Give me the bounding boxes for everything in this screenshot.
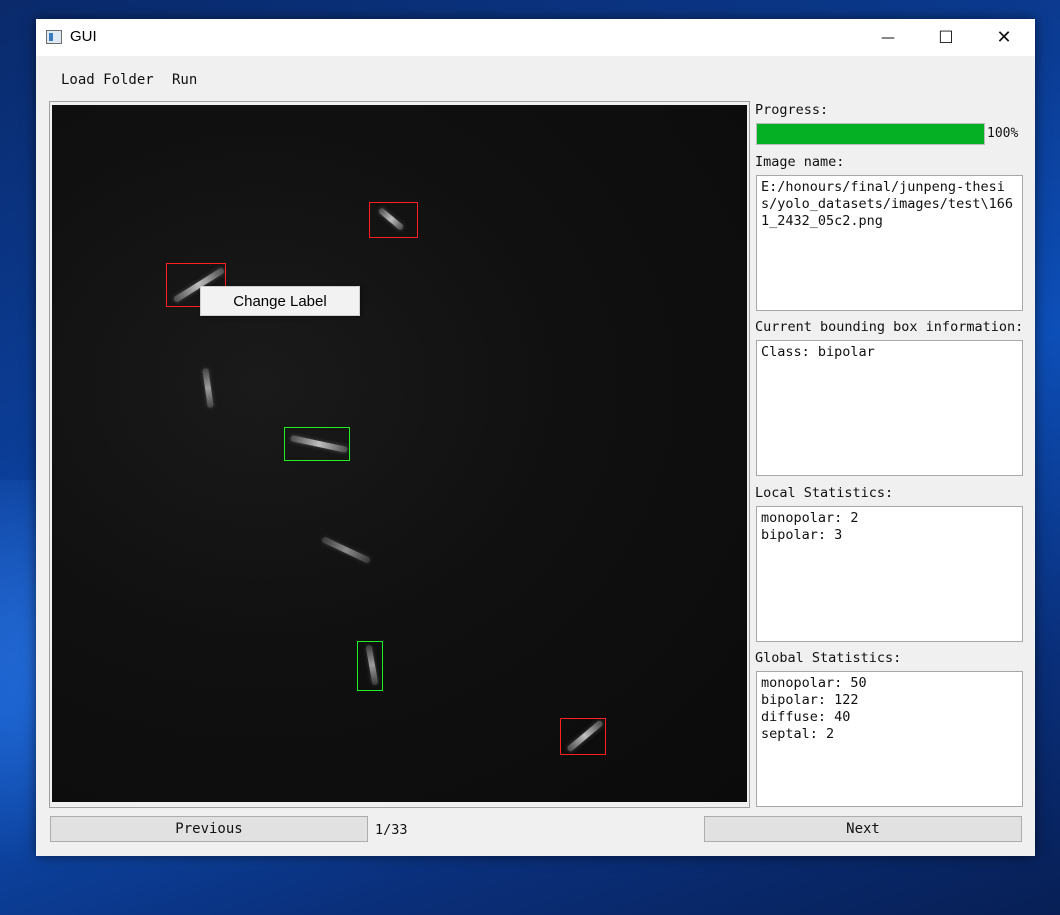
cell — [321, 536, 371, 564]
cell — [202, 367, 214, 409]
close-button[interactable]: ✕ — [981, 19, 1027, 56]
progress-fill — [757, 124, 984, 144]
minimize-icon: — — [881, 29, 895, 46]
progress-label: Progress: — [755, 102, 829, 118]
close-icon: ✕ — [996, 27, 1012, 48]
context-menu-change-label[interactable]: Change Label — [200, 286, 360, 316]
local-stats-label: Local Statistics: — [755, 485, 894, 501]
progress-bar — [756, 123, 985, 145]
maximize-button[interactable]: ☐ — [923, 19, 969, 56]
bbox-info-label: Current bounding box information: — [755, 319, 1024, 335]
page-indicator: 1/33 — [375, 822, 408, 838]
menu-run[interactable]: Run — [172, 69, 197, 91]
bbox-red[interactable] — [369, 202, 418, 238]
window-title: GUI — [70, 28, 97, 45]
bbox-info-field[interactable]: Class: bipolar — [756, 340, 1023, 476]
image-name-field[interactable]: E:/honours/final/junpeng-thesis/yolo_dat… — [756, 175, 1023, 311]
microscopy-image[interactable]: Change Label — [52, 105, 747, 802]
menu-load-folder[interactable]: Load Folder — [61, 69, 154, 91]
bbox-green[interactable] — [357, 641, 383, 691]
next-button[interactable]: Next — [704, 816, 1022, 842]
image-name-label: Image name: — [755, 154, 845, 170]
title-bar: GUI — ☐ ✕ — [36, 19, 1035, 56]
local-stats-field[interactable]: monopolar: 2 bipolar: 3 — [756, 506, 1023, 642]
minimize-button[interactable]: — — [865, 19, 911, 56]
previous-button[interactable]: Previous — [50, 816, 368, 842]
global-stats-field[interactable]: monopolar: 50 bipolar: 122 diffuse: 40 s… — [756, 671, 1023, 807]
bbox-green[interactable] — [284, 427, 350, 461]
global-stats-label: Global Statistics: — [755, 650, 902, 666]
menu-bar: Load Folder Run — [36, 69, 336, 95]
progress-percent: 100% — [987, 126, 1019, 141]
app-window: GUI — ☐ ✕ Load Folder Run Change Label P… — [36, 19, 1035, 856]
image-viewer-frame: Change Label — [49, 101, 750, 808]
app-window-icon — [46, 30, 62, 44]
maximize-icon: ☐ — [938, 27, 954, 48]
bbox-red[interactable] — [560, 718, 606, 755]
